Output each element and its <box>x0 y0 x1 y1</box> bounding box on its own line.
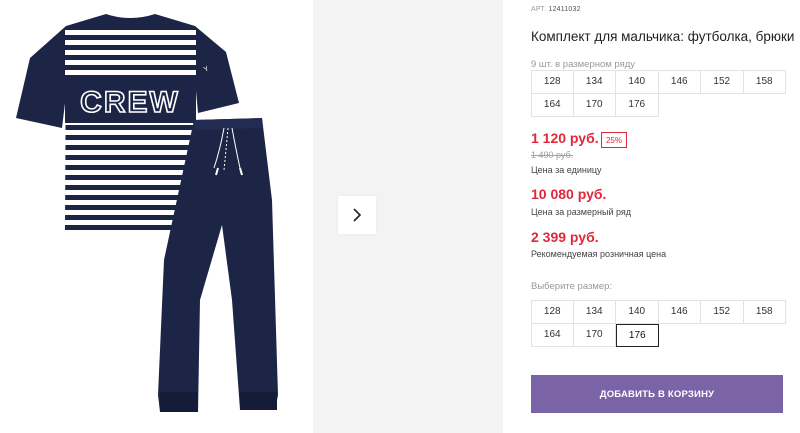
size-option[interactable]: 134 <box>573 300 616 324</box>
article-label: АРТ. <box>531 6 547 13</box>
size-row-cell: 158 <box>743 70 786 94</box>
size-row-cell: 140 <box>616 70 659 94</box>
pieces-in-row-note: 9 шт. в размерном ряду <box>531 59 636 70</box>
shirt-stripe <box>65 40 196 45</box>
shirt-stripe <box>65 50 196 55</box>
chevron-right-icon <box>353 208 362 222</box>
shirt-stripe <box>65 140 196 145</box>
shirt-stripe <box>65 180 196 185</box>
size-row-cell: 152 <box>701 70 744 94</box>
retail-price: 2 399 руб. <box>531 229 599 245</box>
shirt-stripe <box>65 160 196 165</box>
size-option[interactable]: 140 <box>616 300 659 324</box>
add-to-cart-button[interactable]: ДОБАВИТЬ В КОРЗИНУ <box>531 375 783 413</box>
product-page: CREW Y АРТ. 12411032 Комплект для мальчи… <box>0 0 800 433</box>
product-image[interactable]: CREW Y <box>0 0 312 433</box>
row-price: 10 080 руб. <box>531 186 607 202</box>
unit-price-label: Цена за единицу <box>531 165 602 175</box>
product-title: Комплект для мальчика: футболка, брюки <box>531 29 795 44</box>
shirt-stripe <box>65 170 196 175</box>
size-row-cell: 134 <box>573 70 616 94</box>
shirt-stripe <box>65 150 196 155</box>
article-number: АРТ. 12411032 <box>531 6 581 13</box>
size-option[interactable]: 158 <box>743 300 786 324</box>
size-option-selected[interactable]: 176 <box>616 323 659 347</box>
size-option[interactable]: 164 <box>531 323 574 347</box>
size-option[interactable]: 152 <box>701 300 744 324</box>
size-option[interactable]: 170 <box>573 323 616 347</box>
old-price: 1 490 руб. <box>531 150 574 160</box>
retail-price-label: Рекомендуемая розничная цена <box>531 249 667 259</box>
size-option[interactable]: 128 <box>531 300 574 324</box>
size-row-cell: 128 <box>531 70 574 94</box>
size-row-cell: 146 <box>658 70 701 94</box>
size-row-cell: 164 <box>531 93 574 117</box>
shirt-print-text: CREW <box>80 86 180 119</box>
size-row-grid: 128 134 140 146 152 158 164 170 176 <box>531 70 786 117</box>
choose-size-label: Выберите размер: <box>531 281 613 292</box>
unit-price: 1 120 руб. <box>531 130 599 146</box>
row-price-label: Цена за размерный ряд <box>531 207 632 217</box>
product-illustration: CREW Y <box>16 14 278 412</box>
discount-badge: 25% <box>601 132 627 148</box>
size-row-cell: 176 <box>616 93 659 117</box>
size-option[interactable]: 146 <box>658 300 701 324</box>
shirt-stripe <box>65 30 196 35</box>
size-row-cell: 170 <box>573 93 616 117</box>
shirt-stripe <box>65 130 196 135</box>
size-selector: 128 134 140 146 152 158 164 170 176 <box>531 300 786 347</box>
next-image-button[interactable] <box>338 196 376 234</box>
article-value: 12411032 <box>548 6 581 13</box>
shirt-stripe <box>65 70 196 75</box>
shirt-stripe <box>65 60 196 65</box>
